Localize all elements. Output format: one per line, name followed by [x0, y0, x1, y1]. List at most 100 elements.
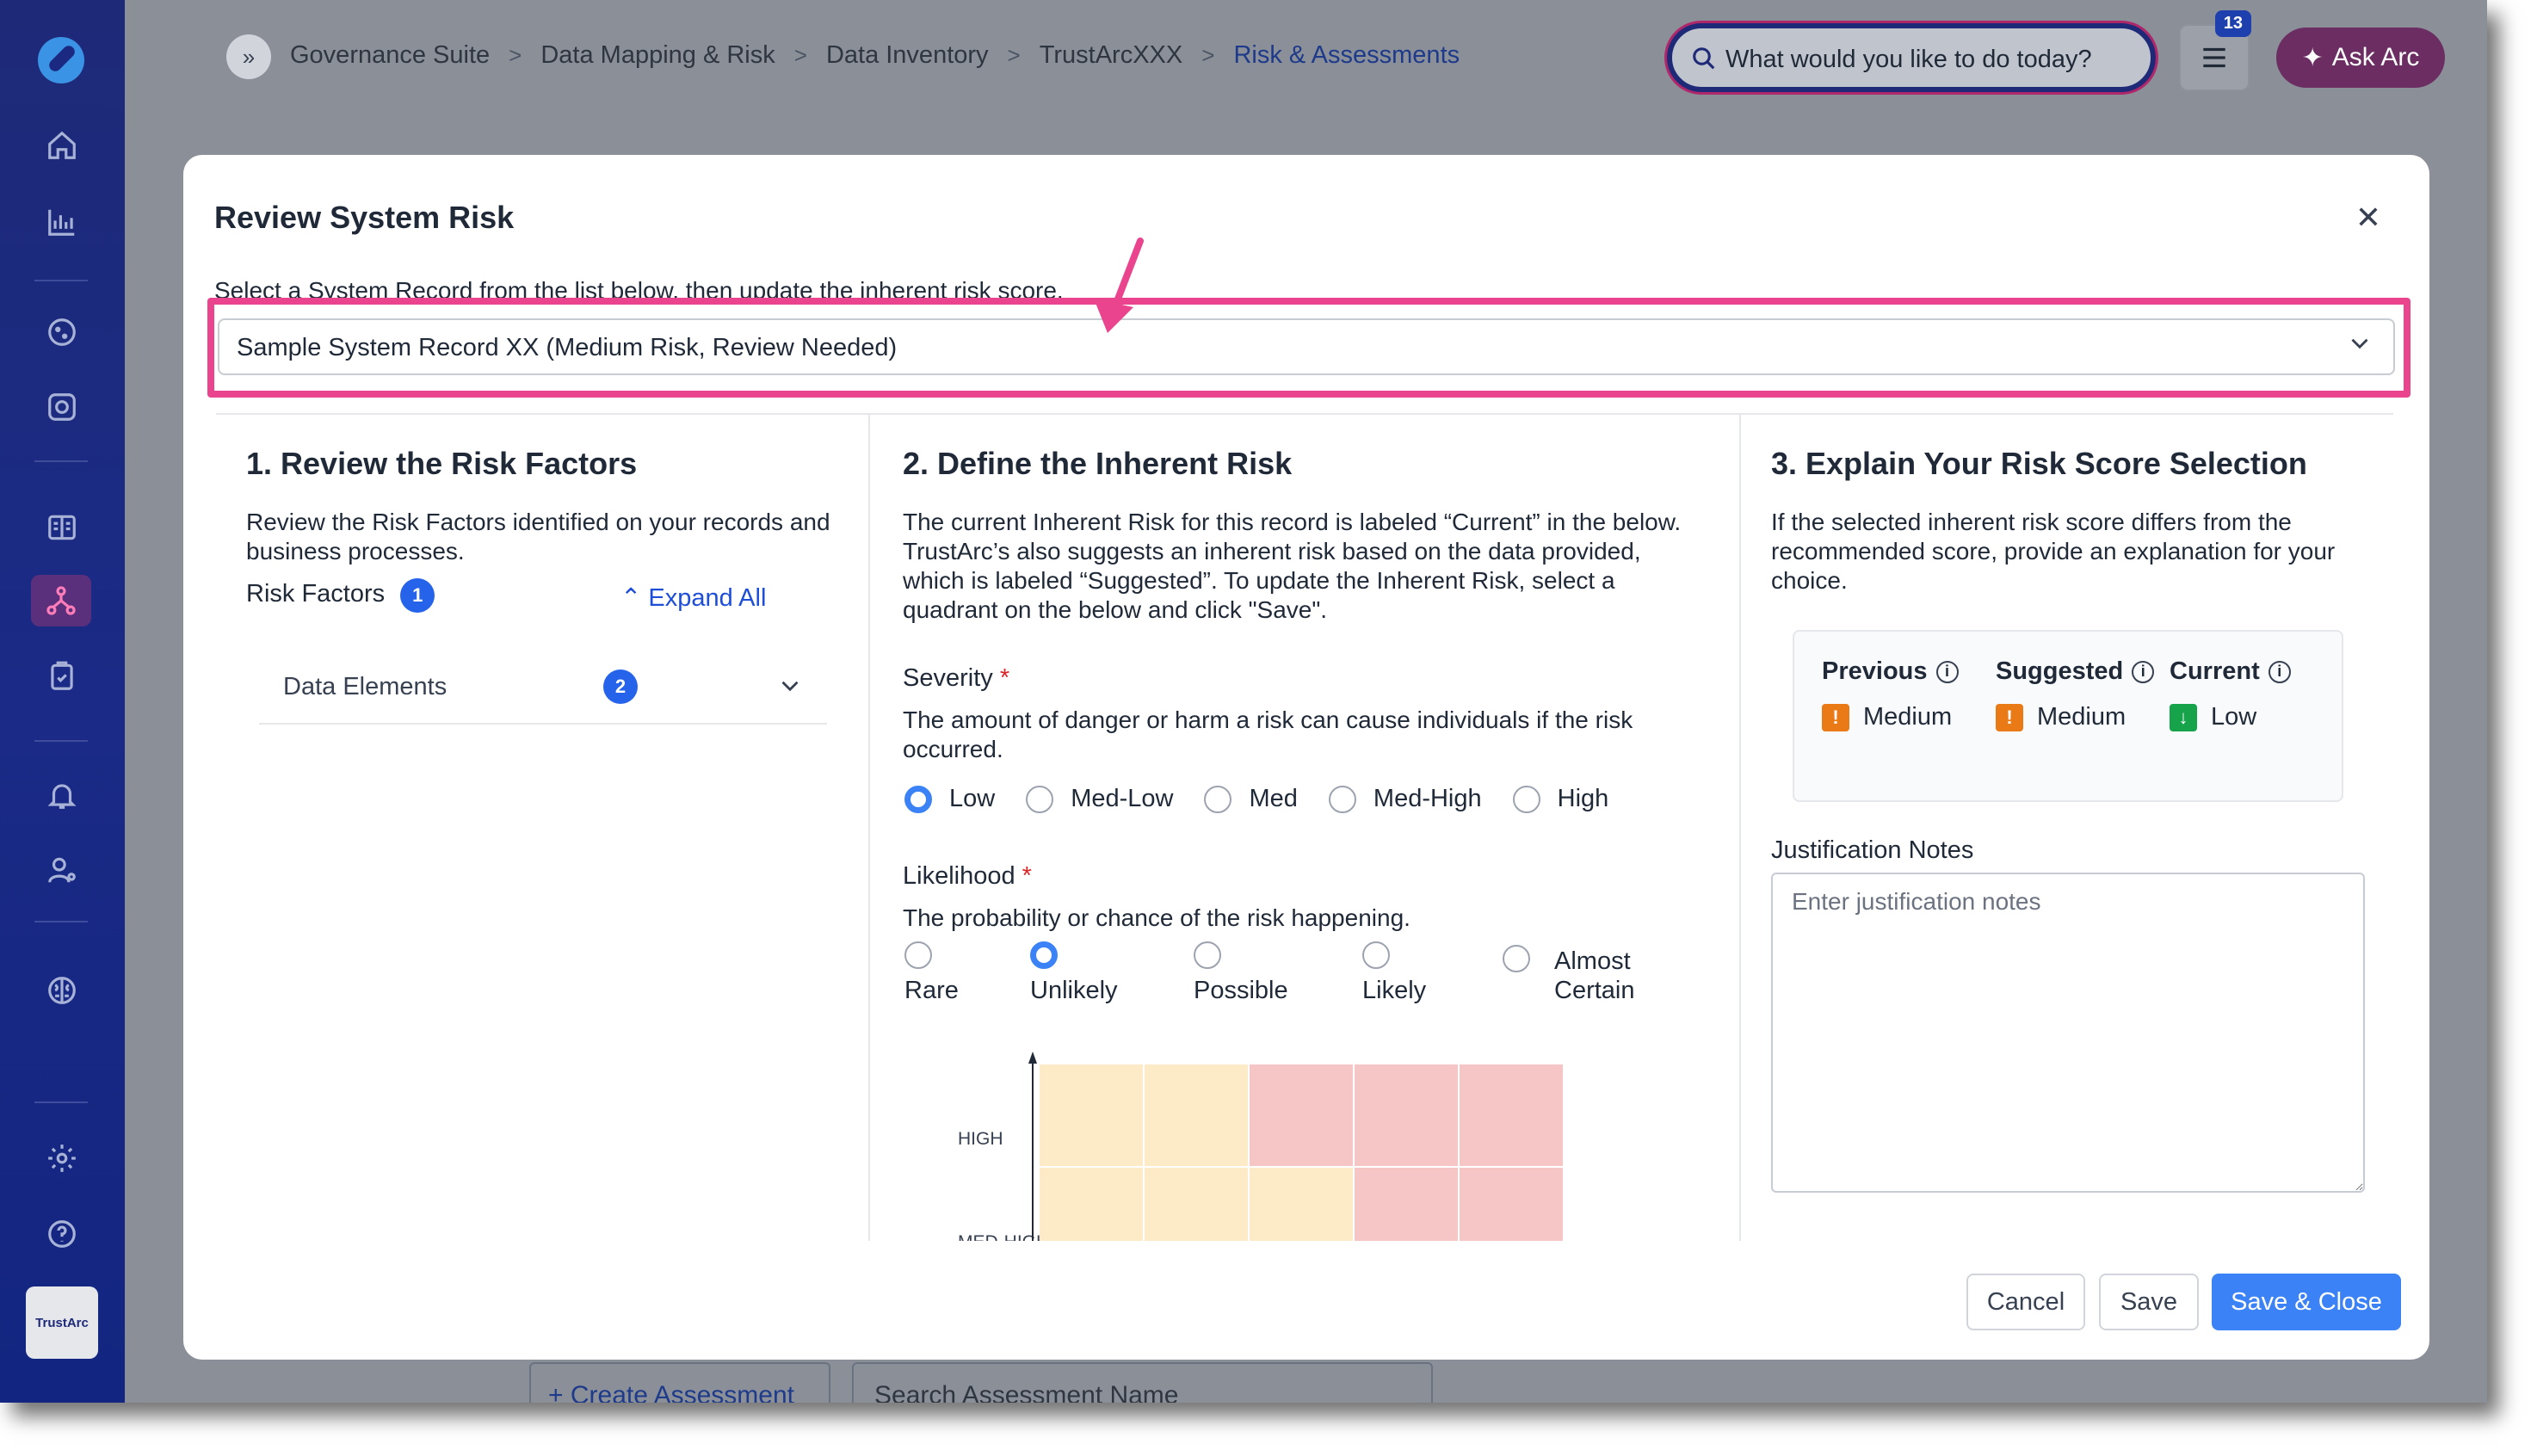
data-elements-label: Data Elements — [283, 673, 448, 700]
create-assessment-label: Create Assessment — [570, 1381, 794, 1403]
breadcrumb-item[interactable]: Data Inventory — [826, 41, 989, 70]
matrix-cell[interactable] — [1460, 1168, 1563, 1241]
matrix-cell[interactable] — [1250, 1064, 1353, 1166]
severity-option-label: Med — [1249, 785, 1298, 812]
likelihood-option-rare[interactable]: Rare — [904, 941, 959, 1005]
radio-button[interactable] — [1328, 785, 1356, 813]
breadcrumb-item[interactable]: Data Mapping & Risk — [540, 41, 775, 70]
logo-icon[interactable] — [38, 37, 84, 83]
warning-icon: ! — [1822, 703, 1849, 731]
task-list-button[interactable]: 13 — [2179, 10, 2251, 91]
current-risk: Current i ↓ Low — [2170, 657, 2291, 731]
likelihood-option-almost-certain[interactable]: Almost Certain — [1503, 945, 1649, 1005]
close-icon[interactable]: ✕ — [2355, 200, 2381, 236]
expand-sidebar-button[interactable]: » — [226, 34, 271, 79]
previous-value: Medium — [1863, 703, 1953, 731]
clipboard-icon[interactable] — [40, 654, 84, 699]
likelihood-option-possible[interactable]: Possible — [1194, 941, 1288, 1005]
sidebar: TrustArc — [0, 0, 125, 1403]
annotation-arrow-icon — [1094, 238, 1144, 333]
matrix-cell[interactable] — [1355, 1168, 1458, 1241]
save-button[interactable]: Save — [2099, 1274, 2199, 1330]
likelihood-option-likely[interactable]: Likely — [1362, 941, 1427, 1005]
chevron-right-icon: > — [1007, 42, 1021, 68]
severity-option-med[interactable]: Med — [1204, 785, 1298, 813]
severity-option-label: Med-High — [1373, 785, 1482, 812]
matrix-cell[interactable] — [1040, 1064, 1143, 1166]
brain-icon[interactable] — [40, 968, 84, 1013]
severity-option-label: High — [1557, 785, 1609, 812]
settings-icon[interactable] — [40, 1136, 84, 1181]
ask-arc-button[interactable]: ✦ Ask Arc — [2276, 28, 2445, 88]
matrix-row-label: HIGH — [958, 1129, 1003, 1149]
info-icon[interactable]: i — [1935, 660, 1959, 683]
home-icon[interactable] — [40, 123, 84, 168]
severity-option-low[interactable]: Low — [904, 785, 995, 813]
user-gear-icon[interactable] — [40, 848, 84, 892]
cookie-icon[interactable] — [40, 310, 84, 355]
risk-summary-card: Previous i ! Medium Suggested i ! Medium Cur… — [1793, 630, 2343, 802]
current-label: Current — [2170, 657, 2260, 685]
likelihood-label-row: Likelihood * — [903, 862, 1032, 891]
chevron-down-icon — [781, 681, 799, 692]
required-marker: * — [999, 664, 1010, 692]
breadcrumb-item[interactable]: TrustArcXXX — [1040, 41, 1183, 70]
radio-button[interactable] — [1030, 941, 1058, 969]
radio-button[interactable] — [1026, 785, 1054, 813]
global-search-input[interactable]: What would you like to do today? — [1667, 23, 2156, 92]
data-elements-accordion[interactable]: Data Elements 2 — [259, 656, 827, 725]
list-icon — [2203, 47, 2225, 68]
breadcrumb-item[interactable]: Governance Suite — [290, 41, 490, 70]
expand-all-label: Expand All — [648, 584, 767, 612]
matrix-cell[interactable] — [1145, 1168, 1248, 1241]
suggested-value: Medium — [2037, 703, 2127, 731]
chevron-right-icon: > — [509, 42, 522, 68]
severity-label-row: Severity * — [903, 664, 1009, 693]
risk-factors-heading: 1. Review the Risk Factors — [246, 446, 638, 481]
matrix-cell[interactable] — [1355, 1064, 1458, 1166]
notification-badge: 13 — [2214, 10, 2251, 37]
radio-button[interactable] — [904, 785, 932, 813]
matrix-cell[interactable] — [1250, 1168, 1353, 1241]
radio-button[interactable] — [1512, 785, 1540, 813]
chart-icon[interactable] — [40, 200, 84, 244]
suggested-label: Suggested — [1996, 657, 2124, 685]
radio-button[interactable] — [1194, 941, 1221, 969]
justification-notes-field[interactable] — [1771, 873, 2365, 1193]
radio-button[interactable] — [904, 941, 932, 969]
matrix-cell[interactable] — [1145, 1064, 1248, 1166]
info-icon[interactable]: i — [2132, 660, 2155, 683]
likelihood-option-label: Rare — [904, 977, 959, 1004]
severity-option-med-low[interactable]: Med-Low — [1026, 785, 1173, 813]
brand-logo[interactable]: TrustArc — [26, 1286, 98, 1359]
info-icon[interactable]: i — [2268, 660, 2291, 683]
cancel-button[interactable]: Cancel — [1966, 1274, 2085, 1330]
data-map-icon[interactable] — [31, 575, 91, 626]
bell-icon[interactable] — [40, 773, 84, 817]
likelihood-option-label: Likely — [1362, 977, 1427, 1004]
severity-option-high[interactable]: High — [1512, 785, 1609, 813]
book-icon[interactable] — [40, 505, 84, 550]
save-and-close-button[interactable]: Save & Close — [2212, 1274, 2401, 1330]
severity-axis-label: e — [900, 1240, 924, 1241]
arrow-down-icon: ↓ — [2170, 703, 2197, 731]
radio-button[interactable] — [1204, 785, 1232, 813]
radio-button[interactable] — [1362, 941, 1390, 969]
breadcrumb-current: Risk & Assessments — [1233, 41, 1460, 69]
matrix-cell[interactable] — [1040, 1168, 1143, 1241]
sidebar-divider — [34, 921, 88, 922]
help-icon[interactable] — [40, 1212, 84, 1256]
global-search-placeholder: What would you like to do today? — [1725, 46, 2092, 73]
sidebar-divider — [34, 1101, 88, 1103]
matrix-cell[interactable] — [1460, 1064, 1563, 1166]
likelihood-option-label: Possible — [1194, 977, 1288, 1004]
severity-option-med-high[interactable]: Med-High — [1328, 785, 1482, 813]
target-icon[interactable] — [40, 385, 84, 429]
likelihood-option-unlikely[interactable]: Unlikely — [1030, 941, 1118, 1005]
search-assessment-input[interactable]: Search Assessment Name — [852, 1362, 1433, 1403]
create-assessment-button[interactable]: + Create Assessment — [529, 1362, 830, 1403]
inherent-risk-column: 2. Define the Inherent Risk The current … — [870, 415, 1741, 1241]
radio-button[interactable] — [1503, 945, 1530, 972]
justification-label: Justification Notes — [1771, 836, 1974, 864]
expand-all-button[interactable]: ⌃ Expand All — [620, 583, 766, 613]
